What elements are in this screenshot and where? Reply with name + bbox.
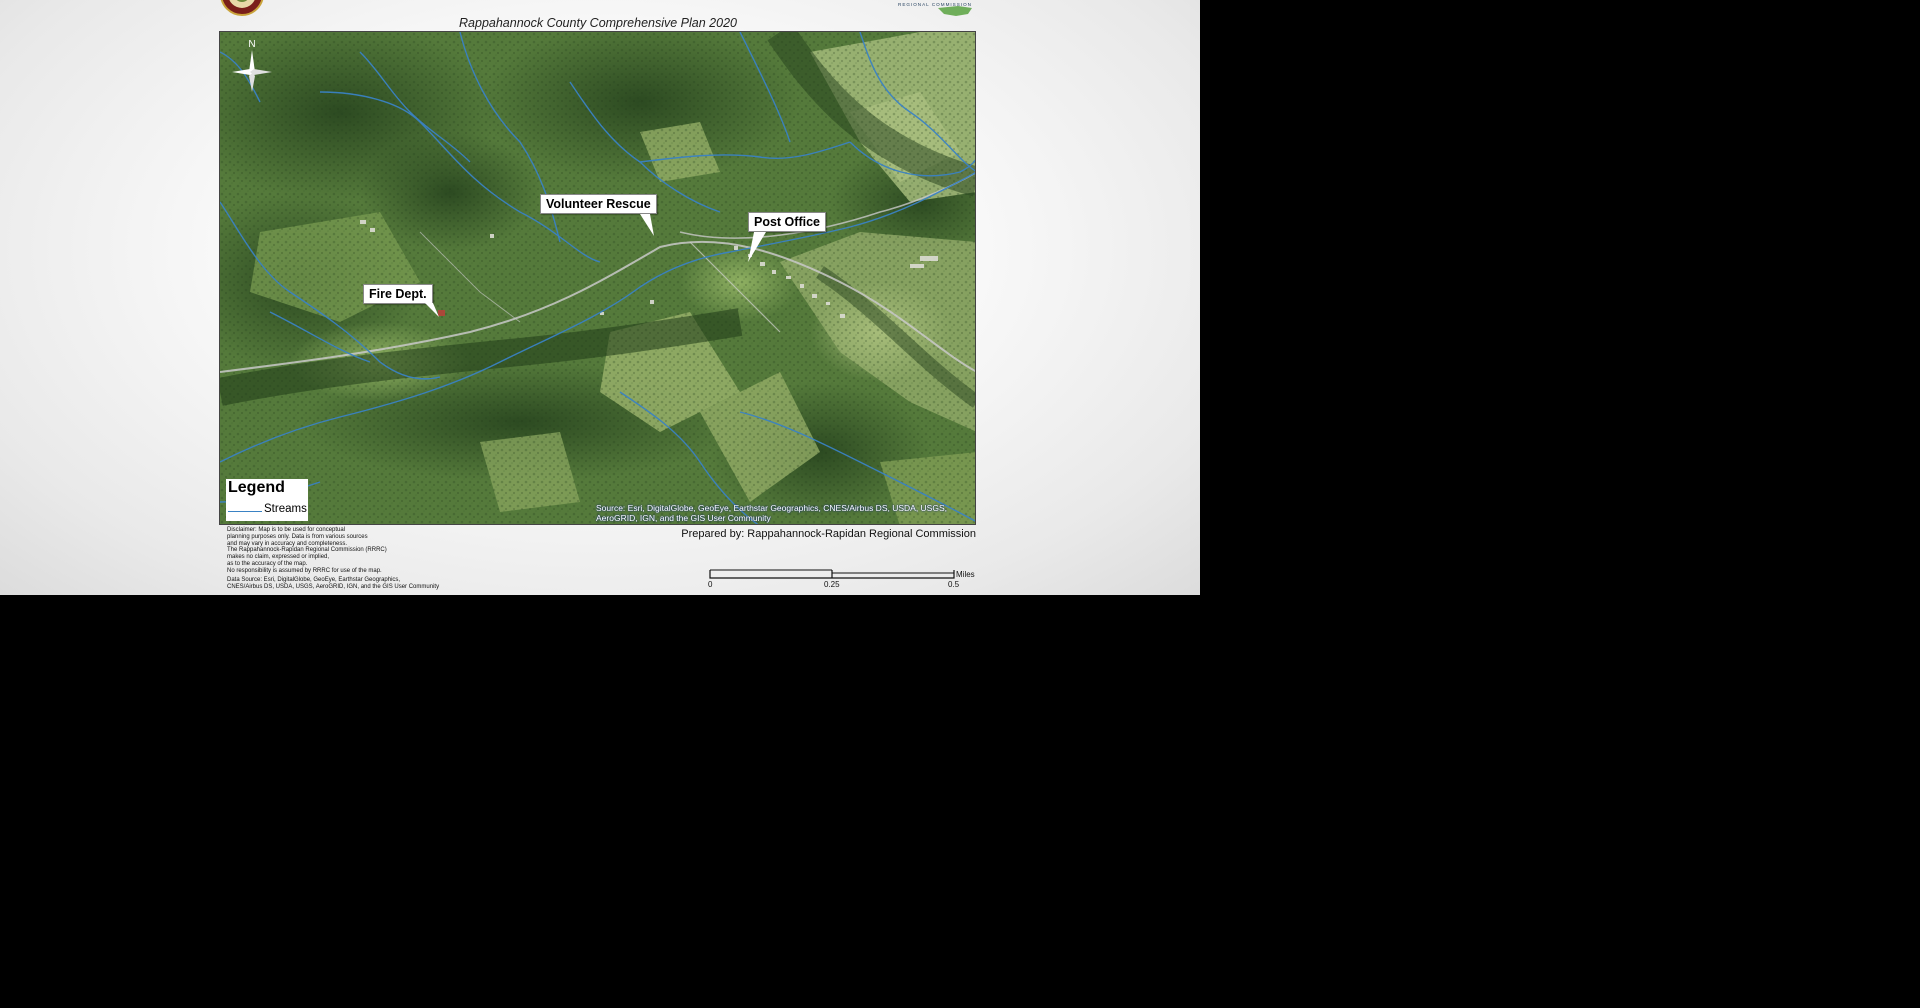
callout-pointer	[748, 232, 766, 262]
scale-unit-label: Miles	[956, 570, 975, 579]
callout-pointer	[640, 214, 654, 236]
scale-tick-label: 0	[708, 580, 713, 589]
map-attribution: Source: Esri, DigitalGlobe, GeoEye, Eart…	[596, 503, 947, 523]
data-source-line: CNES/Airbus DS, USDA, USGS, AeroGRID, IG…	[227, 583, 440, 590]
north-label: N	[248, 39, 255, 50]
disclaimer-line: as to the accuracy of the map.	[227, 560, 308, 567]
data-source-text: Data Source: Esri, DigitalGlobe, GeoEye,…	[227, 577, 487, 591]
legend-item-label: Streams	[264, 503, 307, 515]
disclaimer-line: Disclaimer: Map is to be used for concep…	[227, 527, 346, 533]
scale-tick-label: 0.5	[948, 580, 960, 589]
legend-stream-swatch	[228, 511, 262, 512]
disclaimer-text: Disclaimer: Map is to be used for concep…	[227, 527, 487, 575]
scale-tick-label: 0.25	[824, 580, 840, 589]
north-arrow-icon: N	[232, 39, 272, 92]
commission-logo-text: REGIONAL COMMISSION	[898, 2, 972, 7]
disclaimer-line: No responsibility is assumed by RRRC for…	[227, 567, 382, 574]
callout-fire-dept[interactable]: Fire Dept.	[363, 284, 433, 304]
satellite-basemap[interactable]	[220, 32, 976, 525]
map-frame[interactable]: N Volunteer Rescue Post Office Fire Dept…	[219, 31, 976, 525]
scale-bar-graphic	[709, 569, 955, 579]
data-source-line: Data Source: Esri, DigitalGlobe, GeoEye,…	[227, 577, 401, 583]
map-title: Rappahannock County Comprehensive Plan 2…	[459, 16, 737, 30]
disclaimer-line: planning purposes only. Data is from var…	[227, 533, 368, 540]
map-legend: Legend Streams	[226, 479, 308, 521]
disclaimer-line: and may vary in accuracy and completenes…	[227, 540, 348, 547]
scale-bar: Miles 0 0.25 0.5	[700, 566, 980, 594]
prepared-by: Prepared by: Rappahannock-Rapidan Region…	[681, 528, 976, 540]
legend-title: Legend	[228, 479, 285, 496]
county-seal-logo	[220, 0, 264, 16]
disclaimer-line: The Rappahannock-Rapidan Regional Commis…	[227, 547, 387, 554]
disclaimer-line: makes no claim, expressed or implied,	[227, 554, 330, 561]
callout-pointer	[425, 303, 439, 317]
callout-volunteer-rescue[interactable]: Volunteer Rescue	[540, 194, 657, 214]
map-page: REGIONAL COMMISSION Rappahannock County …	[0, 0, 1200, 595]
callout-post-office[interactable]: Post Office	[748, 212, 826, 232]
